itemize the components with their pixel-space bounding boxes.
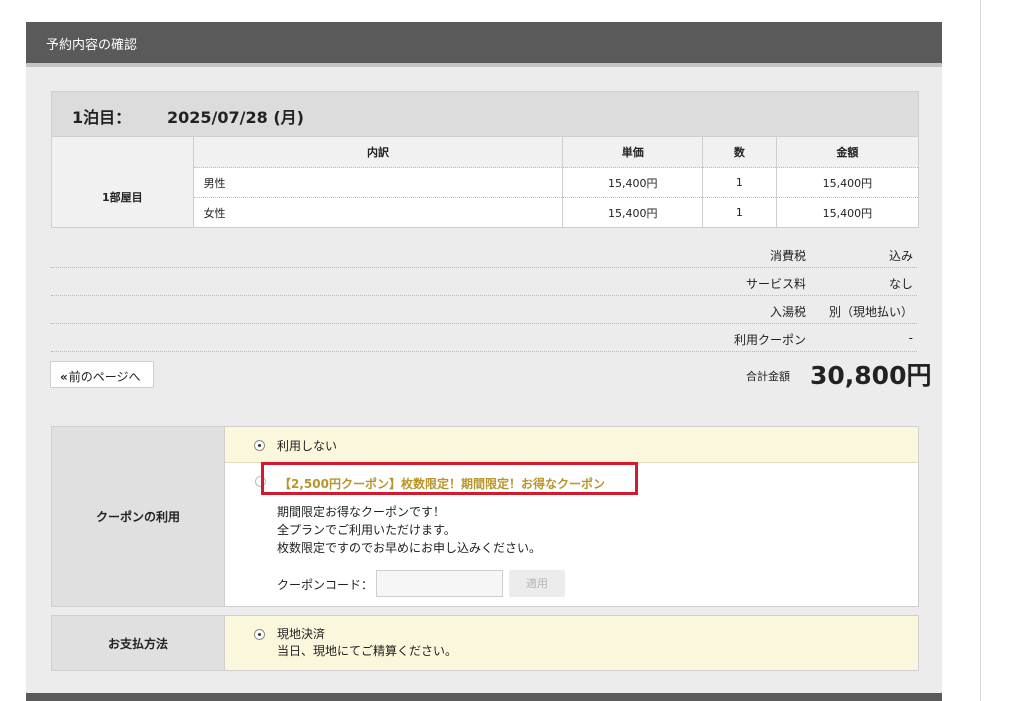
summary-value: なし (888, 277, 913, 291)
coupon-code-label: クーポンコード： (277, 578, 374, 592)
row-unit: 15,400円 (562, 197, 703, 227)
highlight-box (261, 462, 638, 495)
summary-row: 入湯税 別（現地払い） (51, 296, 917, 324)
row-item: 女性 (192, 197, 563, 227)
radio-selected-icon[interactable] (254, 440, 265, 451)
coupon-code-input[interactable] (376, 570, 503, 597)
summary-label: サービス料 (745, 277, 806, 291)
summary-label: 入湯税 (769, 305, 806, 319)
coupon-desc-line: 全プランでご利用いただけます。 (277, 523, 456, 537)
header-amount: 金額 (775, 137, 918, 168)
payment-section-label: お支払方法 (107, 637, 168, 651)
double-chevron-left-icon: « (60, 370, 68, 384)
right-divider (980, 0, 981, 701)
summary-value: 別（現地払い） (828, 305, 913, 319)
row-amount: 15,400円 (775, 167, 918, 198)
header-qty: 数 (702, 137, 777, 168)
summary-value: - (908, 331, 913, 345)
row-unit: 15,400円 (562, 167, 703, 198)
payment-section: お支払方法 現地決済 当日、現地にてご精算ください。 (51, 615, 919, 671)
coupon-section-label-cell: クーポンの利用 (52, 427, 225, 606)
coupon-description: 期間限定お得なクーポンです！ 全プランでご利用いただけます。 枚数限定ですのでお… (277, 503, 541, 557)
summary-value: 込み (888, 249, 913, 263)
night-label: 1泊目： (72, 108, 132, 127)
summary-row: サービス料 なし (51, 268, 917, 296)
night-header: 1泊目： 2025/07/28 (月) (52, 92, 918, 137)
reservation-panel: 予約内容の確認 1泊目： 2025/07/28 (月) 内訳 単価 数 金額 1… (26, 22, 942, 701)
summary-row: 消費税 込み (51, 240, 917, 268)
total-value: 30,800円 (810, 361, 932, 390)
radio-selected-icon[interactable] (254, 629, 265, 640)
breakdown-table: 内訳 単価 数 金額 1部屋目 男性 15,400円 1 15,400円 女性 … (52, 137, 918, 227)
total-label: 合計金額 (746, 370, 790, 383)
night-date: 2025/07/28 (月) (167, 108, 304, 127)
apply-coupon-button[interactable]: 適用 (509, 570, 565, 597)
row-amount: 15,400円 (775, 197, 918, 227)
header-unit: 単価 (562, 137, 703, 168)
coupon-option-none[interactable]: 利用しない (225, 427, 918, 463)
coupon-section: クーポンの利用 利用しない 【2,500円クーポン】枚数限定！期間限定！お得なク… (51, 426, 919, 607)
bottom-bar (26, 693, 942, 701)
summary-row: 利用クーポン - (51, 324, 917, 352)
panel-header: 予約内容の確認 (26, 22, 942, 67)
prev-page-label: 前のページへ (68, 370, 141, 384)
coupon-desc-line: 期間限定お得なクーポンです！ (277, 505, 446, 519)
summary-label: 利用クーポン (733, 333, 806, 347)
payment-section-label-cell: お支払方法 (52, 616, 225, 670)
row-qty: 1 (702, 197, 777, 227)
payment-option-note: 当日、現地にてご精算ください。 (277, 644, 458, 658)
room-label: 1部屋目 (52, 167, 194, 227)
payment-option-label: 現地決済 (277, 627, 326, 641)
header-blank (52, 137, 194, 168)
row-qty: 1 (702, 167, 777, 198)
panel-title: 予約内容の確認 (46, 38, 138, 53)
coupon-desc-line: 枚数限定ですのでお早めにお申し込みください。 (277, 541, 542, 555)
coupon-none-label: 利用しない (277, 439, 338, 453)
row-item: 男性 (192, 167, 563, 198)
header-item: 内訳 (192, 137, 563, 168)
table-row: 1部屋目 男性 15,400円 1 15,400円 (52, 167, 918, 227)
summary-label: 消費税 (769, 249, 806, 263)
night-block: 1泊目： 2025/07/28 (月) 内訳 単価 数 金額 1部屋目 男性 1… (51, 91, 919, 228)
price-summary: 消費税 込み サービス料 なし 入湯税 別（現地払い） 利用クーポン - (51, 240, 917, 352)
prev-page-button[interactable]: «前のページへ (50, 361, 154, 388)
coupon-section-label: クーポンの利用 (95, 510, 180, 524)
table-header-row: 内訳 単価 数 金額 (52, 137, 918, 168)
